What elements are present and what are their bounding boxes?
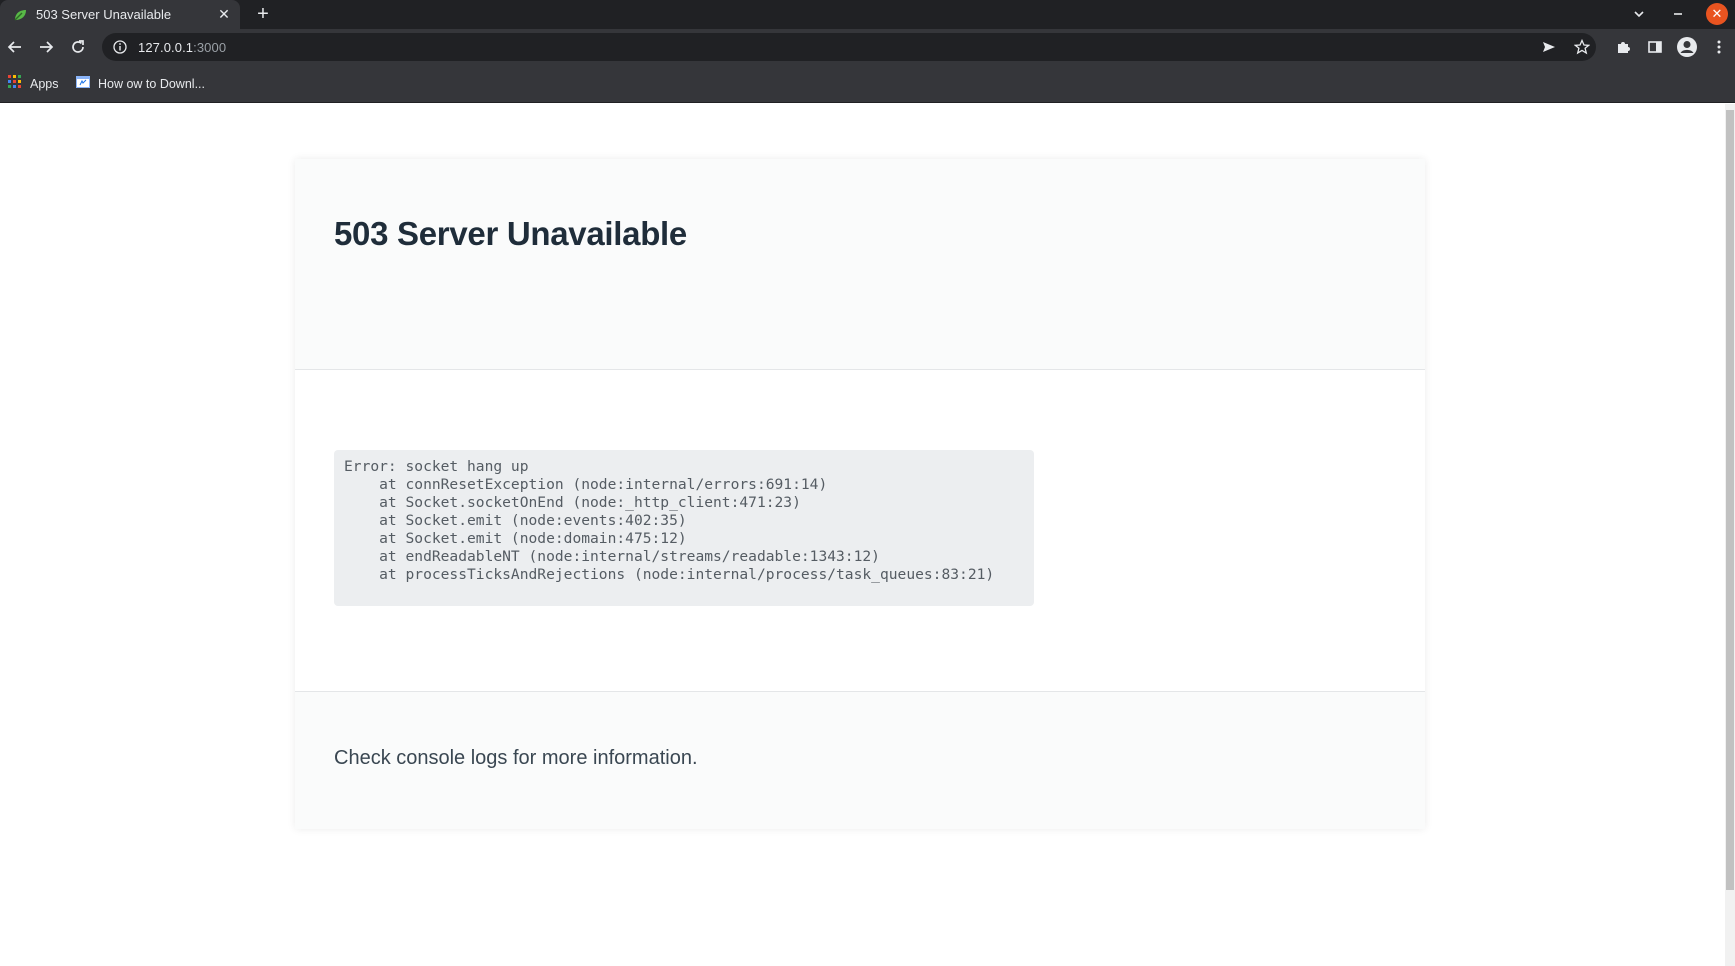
forward-arrow-icon[interactable] <box>34 35 58 59</box>
apps-grid-icon <box>8 74 22 94</box>
browser-tab[interactable]: 503 Server Unavailable ✕ <box>0 0 240 29</box>
bookmark-label: How ow to Downl... <box>98 77 205 91</box>
tab-strip: 503 Server Unavailable ✕ + ✕ <box>0 0 1735 29</box>
bookmark-page-icon <box>76 75 90 94</box>
stack-line: at Socket.emit (node:domain:475:12) <box>344 530 687 547</box>
bookmark-how-to-download[interactable]: How ow to Downl... <box>76 74 205 94</box>
minimize-window-icon[interactable] <box>1668 4 1688 24</box>
close-tab-icon[interactable]: ✕ <box>216 6 232 22</box>
profile-avatar-icon[interactable] <box>1675 35 1699 59</box>
send-tab-icon[interactable] <box>1537 35 1561 59</box>
error-footer: Check console logs for more information. <box>295 692 1425 829</box>
close-window-icon[interactable]: ✕ <box>1706 3 1728 25</box>
side-panel-icon[interactable] <box>1643 35 1667 59</box>
bookmarks-bar: Apps How ow to Downl... <box>0 65 1735 103</box>
stack-line: Error: socket hang up <box>344 458 529 475</box>
scrollbar-thumb[interactable] <box>1726 110 1734 890</box>
stack-line: at Socket.emit (node:events:402:35) <box>344 512 687 529</box>
site-info-icon[interactable] <box>112 39 128 55</box>
url-host: 127.0.0.1 <box>138 39 194 55</box>
stack-line: at connResetException (node:internal/err… <box>344 476 828 493</box>
stack-trace: Error: socket hang up at connResetExcept… <box>334 450 1034 606</box>
tab-search-chevron-icon[interactable] <box>1629 4 1649 24</box>
page-title: 503 Server Unavailable <box>334 215 687 252</box>
bookmark-label: Apps <box>30 77 59 91</box>
reload-icon[interactable] <box>66 35 90 59</box>
bookmark-apps[interactable]: Apps <box>8 74 59 94</box>
error-header: 503 Server Unavailable <box>295 159 1425 370</box>
url-port: :3000 <box>193 39 227 55</box>
footer-message: Check console logs for more information. <box>334 747 698 769</box>
tab-title: 503 Server Unavailable <box>36 7 172 22</box>
stack-line: at processTicksAndRejections (node:inter… <box>344 566 995 583</box>
browser-toolbar: 127.0.0.1:3000 <box>0 29 1735 65</box>
stack-line: at Socket.socketOnEnd (node:_http_client… <box>344 494 801 511</box>
page-scrollbar[interactable] <box>1725 104 1735 966</box>
kebab-menu-icon[interactable] <box>1707 35 1731 59</box>
address-bar[interactable]: 127.0.0.1:3000 <box>102 33 1596 61</box>
back-arrow-icon[interactable] <box>3 35 27 59</box>
bookmark-star-icon[interactable] <box>1570 35 1594 59</box>
new-tab-button[interactable]: + <box>252 3 274 25</box>
leaf-icon <box>12 7 28 23</box>
extensions-puzzle-icon[interactable] <box>1611 35 1635 59</box>
error-body: Error: socket hang up at connResetExcept… <box>295 370 1425 692</box>
url-text: 127.0.0.1:3000 <box>138 40 226 55</box>
error-card: 503 Server Unavailable Error: socket han… <box>295 159 1425 829</box>
stack-line: at endReadableNT (node:internal/streams/… <box>344 548 880 565</box>
